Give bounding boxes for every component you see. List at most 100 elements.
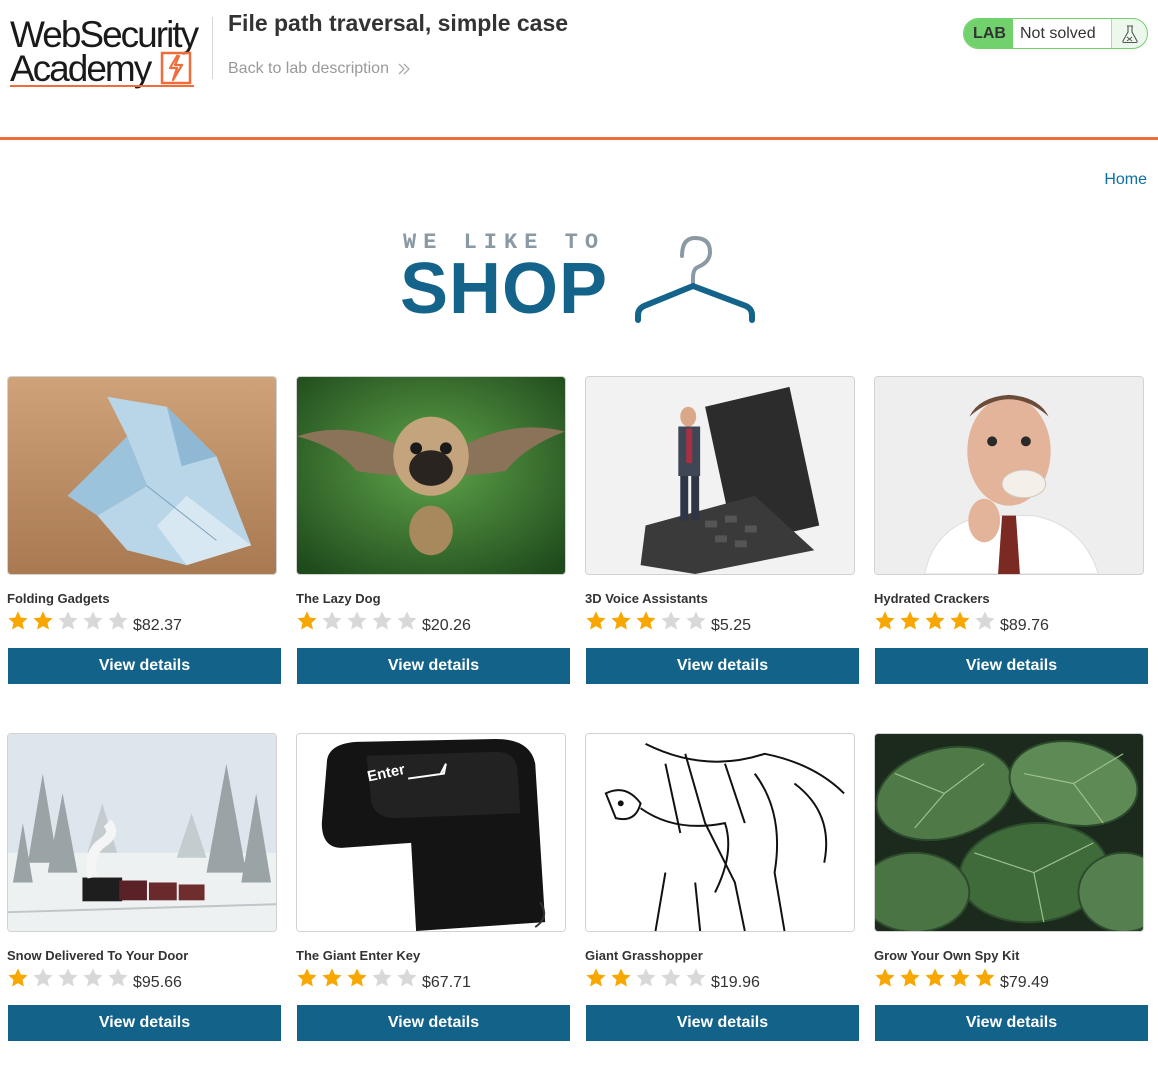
- star-filled-icon: [297, 968, 317, 987]
- product-image: [7, 733, 277, 932]
- double-chevron-right-icon: [398, 63, 410, 75]
- star-rating: [585, 610, 707, 634]
- web-security-academy-logo[interactable]: WebSecurity Academy: [10, 14, 210, 88]
- star-empty-icon: [397, 968, 417, 987]
- flask-icon: [1121, 24, 1138, 43]
- view-details-button[interactable]: View details: [875, 648, 1148, 684]
- star-filled-icon: [900, 611, 920, 630]
- star-filled-icon: [586, 611, 606, 630]
- star-empty-icon: [661, 968, 681, 987]
- view-details-button[interactable]: View details: [586, 648, 859, 684]
- star-rating: [874, 610, 996, 634]
- leaves-image: [875, 734, 1143, 931]
- product-image: [296, 376, 566, 575]
- product-name: The Giant Enter Key: [296, 948, 421, 963]
- lightning-bolt-icon: [160, 51, 192, 85]
- star-empty-icon: [322, 611, 342, 630]
- view-details-button[interactable]: View details: [8, 1005, 281, 1041]
- star-rating: [7, 610, 129, 634]
- product-name: 3D Voice Assistants: [585, 591, 708, 606]
- view-details-button[interactable]: View details: [297, 648, 570, 684]
- back-to-lab-description-link[interactable]: Back to lab description: [228, 60, 411, 78]
- star-filled-icon: [636, 611, 656, 630]
- product-price: $89.76: [1000, 617, 1049, 634]
- star-filled-icon: [297, 611, 317, 630]
- star-empty-icon: [83, 968, 103, 987]
- product-name: Folding Gadgets: [7, 591, 110, 606]
- product-price: $19.96: [711, 974, 760, 991]
- star-empty-icon: [108, 968, 128, 987]
- logo-underline: [10, 85, 194, 87]
- star-filled-icon: [611, 968, 631, 987]
- snowy-train-image: [8, 734, 276, 931]
- star-rating: [874, 967, 996, 991]
- home-link[interactable]: Home: [1104, 171, 1147, 189]
- product-name: Hydrated Crackers: [874, 591, 990, 606]
- star-empty-icon: [347, 611, 367, 630]
- grasshopper-sketch-image: [586, 734, 854, 931]
- star-rating: [296, 610, 418, 634]
- header-divider: [212, 17, 213, 79]
- star-empty-icon: [397, 611, 417, 630]
- origami-bird-image: [8, 377, 276, 574]
- lab-status-widget: LAB Not solved: [963, 18, 1148, 49]
- star-filled-icon: [900, 968, 920, 987]
- star-filled-icon: [347, 968, 367, 987]
- star-rating: [296, 967, 418, 991]
- product-name: The Lazy Dog: [296, 591, 381, 606]
- product-name: Giant Grasshopper: [585, 948, 703, 963]
- star-filled-icon: [8, 968, 28, 987]
- star-filled-icon: [950, 968, 970, 987]
- star-empty-icon: [686, 968, 706, 987]
- banner-shop-text: SHOP: [400, 249, 609, 329]
- star-empty-icon: [372, 611, 392, 630]
- product-image: [874, 376, 1144, 575]
- star-filled-icon: [8, 611, 28, 630]
- lab-badge: LAB: [964, 19, 1013, 48]
- star-filled-icon: [925, 968, 945, 987]
- product-image: [7, 376, 277, 575]
- star-empty-icon: [636, 968, 656, 987]
- star-filled-icon: [875, 968, 895, 987]
- star-filled-icon: [611, 611, 631, 630]
- product-price: $95.66: [133, 974, 182, 991]
- star-filled-icon: [875, 611, 895, 630]
- product-price: $79.49: [1000, 974, 1049, 991]
- star-empty-icon: [661, 611, 681, 630]
- product-price: $20.26: [422, 617, 471, 634]
- view-details-button[interactable]: View details: [8, 648, 281, 684]
- product-name: Grow Your Own Spy Kit: [874, 948, 1020, 963]
- hanger-icon: [635, 235, 755, 323]
- star-empty-icon: [58, 611, 78, 630]
- giant-enter-key-image: Enter: [297, 734, 565, 931]
- star-rating: [7, 967, 129, 991]
- shop-banner: WE LIKE TO SHOP: [400, 228, 760, 328]
- man-eating-cracker-image: [875, 377, 1143, 574]
- flying-pug-image: [297, 377, 565, 574]
- product-price: $82.37: [133, 617, 182, 634]
- view-details-button[interactable]: View details: [586, 1005, 859, 1041]
- star-empty-icon: [686, 611, 706, 630]
- product-price: $5.25: [711, 617, 752, 634]
- star-empty-icon: [83, 611, 103, 630]
- star-empty-icon: [372, 968, 392, 987]
- product-price: $67.71: [422, 974, 471, 991]
- product-image: [585, 376, 855, 575]
- view-details-button[interactable]: View details: [297, 1005, 570, 1041]
- star-empty-icon: [58, 968, 78, 987]
- star-filled-icon: [33, 611, 53, 630]
- star-filled-icon: [950, 611, 970, 630]
- logo-text-line2: Academy: [10, 48, 152, 89]
- star-empty-icon: [975, 611, 995, 630]
- lab-header: WebSecurity Academy File path traversal,…: [0, 0, 1158, 140]
- phone-figurine-image: [586, 377, 854, 574]
- star-filled-icon: [586, 968, 606, 987]
- star-rating: [585, 967, 707, 991]
- star-filled-icon: [322, 968, 342, 987]
- star-filled-icon: [925, 611, 945, 630]
- star-empty-icon: [33, 968, 53, 987]
- flask-icon-container: [1111, 19, 1147, 48]
- lab-status-text: Not solved: [1013, 19, 1111, 48]
- view-details-button[interactable]: View details: [875, 1005, 1148, 1041]
- lab-title: File path traversal, simple case: [228, 10, 569, 36]
